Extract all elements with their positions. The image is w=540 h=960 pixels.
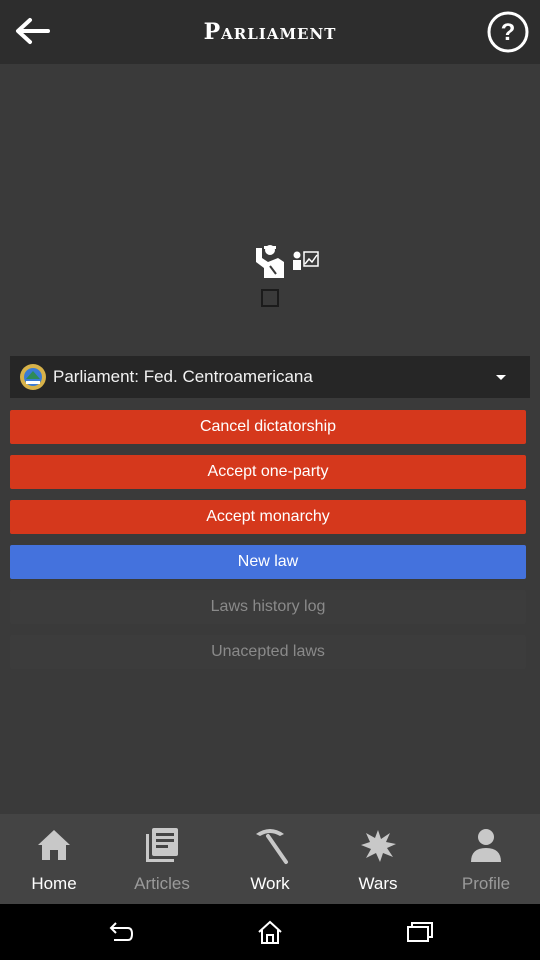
- pickaxe-icon: [256, 829, 288, 864]
- country-flag-icon: [20, 364, 46, 390]
- system-navigation-bar: [0, 904, 540, 960]
- selector-label: Parliament: Fed. Centroamericana: [53, 367, 313, 386]
- home-icon: [38, 830, 70, 860]
- new-law-button[interactable]: New law: [10, 545, 526, 579]
- parliament-seats-icon: [256, 245, 319, 278]
- person-icon: [471, 829, 501, 862]
- page-title: Parliament: [203, 19, 337, 45]
- parliament-checkbox[interactable]: [261, 289, 279, 307]
- nav-profile[interactable]: Profile: [432, 814, 540, 904]
- accept-monarchy-button[interactable]: Accept monarchy: [10, 500, 526, 534]
- parliament-graphic: [250, 240, 322, 280]
- bottom-navigation: Home Articles Work Wars Profile: [0, 814, 540, 904]
- unaccepted-laws-button[interactable]: Unacepted laws: [10, 635, 526, 669]
- nav-articles[interactable]: Articles: [108, 814, 216, 904]
- nav-home-label: Home: [31, 874, 77, 893]
- nav-wars[interactable]: Wars: [324, 814, 432, 904]
- top-app-bar: Parliament ?: [0, 0, 540, 64]
- laws-history-log-button[interactable]: Laws history log: [10, 590, 526, 624]
- cancel-dictatorship-button[interactable]: Cancel dictatorship: [10, 410, 526, 444]
- app-root: Parliament ? Parliament: Fed. Centroamer…: [0, 0, 540, 960]
- system-recents-icon[interactable]: [404, 916, 436, 948]
- accept-one-party-button[interactable]: Accept one-party: [10, 455, 526, 489]
- nav-wars-label: Wars: [358, 874, 398, 893]
- help-circle-icon: ?: [487, 11, 529, 53]
- articles-icon: [146, 828, 178, 862]
- parliament-selector[interactable]: Parliament: Fed. Centroamericana: [10, 356, 530, 398]
- svg-text:?: ?: [501, 19, 516, 46]
- nav-work-label: Work: [250, 874, 290, 893]
- nav-articles-label: Articles: [134, 874, 190, 893]
- help-button[interactable]: ?: [486, 10, 530, 54]
- system-back-icon[interactable]: [104, 916, 136, 948]
- explosion-icon: [361, 830, 396, 862]
- caret-down-icon: [496, 375, 506, 380]
- nav-profile-label: Profile: [461, 874, 511, 893]
- nav-home[interactable]: Home: [0, 814, 108, 904]
- nav-work[interactable]: Work: [216, 814, 324, 904]
- system-home-icon[interactable]: [254, 916, 286, 948]
